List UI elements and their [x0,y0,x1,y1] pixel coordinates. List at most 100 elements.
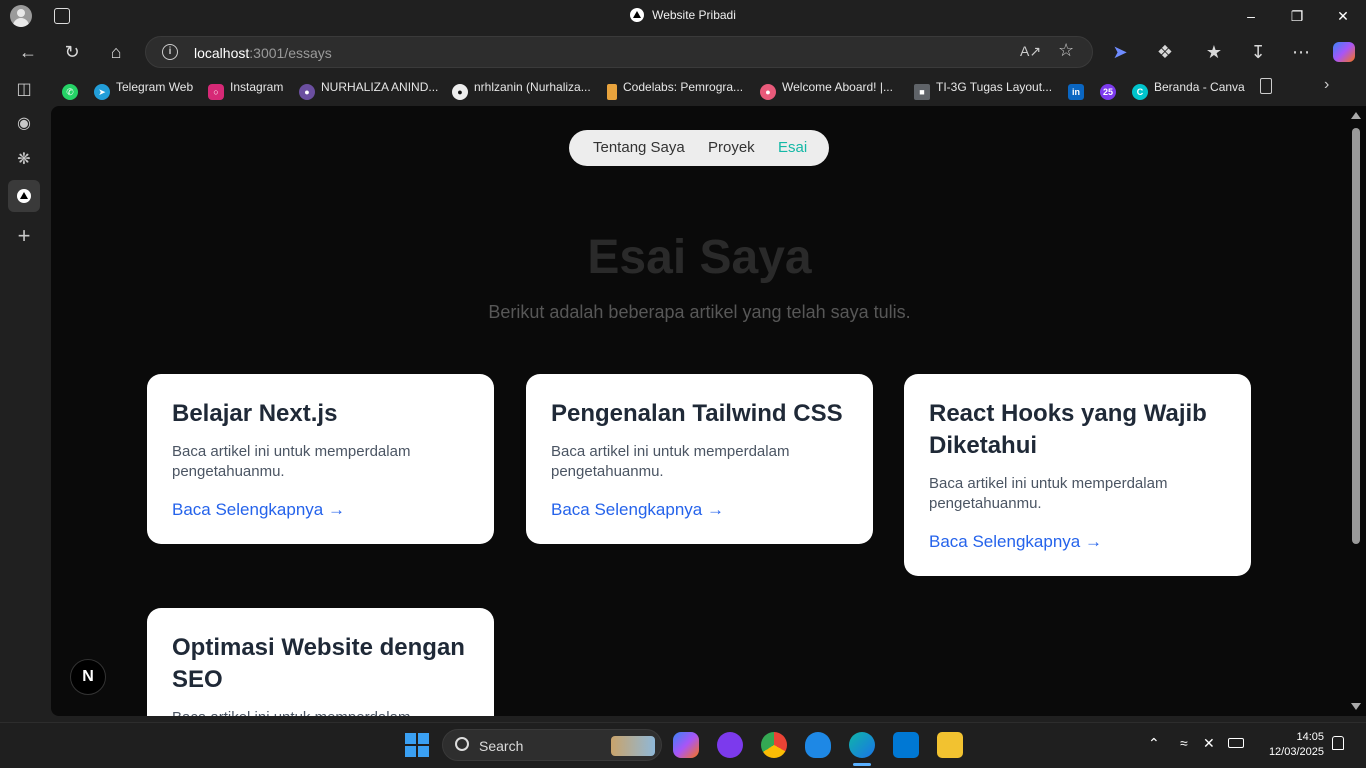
essay-card-title: Optimasi Website dengan SEO [172,634,465,693]
favorites-bar: ✆ ➤ Telegram Web ○ Instagram ● NURHALIZA AN… [48,72,1366,104]
favorite-codelabs[interactable]: ​ Codelabs: Pemrogra... [607,80,743,100]
scroll-up-arrow-icon[interactable] [1351,112,1361,119]
scrollbar-thumb[interactable] [1352,128,1360,544]
home-button[interactable]: ⌂ [100,36,132,68]
nav-esai[interactable]: Esai [778,139,807,156]
vscode-icon[interactable] [893,732,919,758]
favorite-badge[interactable]: 25 [1100,80,1122,100]
favorite-whatsapp[interactable]: ✆ [62,80,84,100]
site-info-icon[interactable]: i [162,44,178,60]
favorite-telegram[interactable]: ➤ Telegram Web [94,80,193,100]
read-aloud-icon[interactable]: A↗ [1020,43,1041,60]
title-bar: Website Pribadi – ❐ ✕ [0,0,1366,32]
essay-card[interactable]: Belajar Next.js Baca artikel ini untuk m… [147,374,494,544]
search-label: Search [479,738,524,754]
favorite-canva[interactable]: C Beranda - Canva [1132,80,1245,100]
more-options-icon[interactable]: ⋯ [1285,36,1317,68]
window-title: Website Pribadi [0,8,1366,22]
nav-proyek[interactable]: Proyek [708,139,755,156]
favorite-label: NURHALIZA ANIND... [321,80,439,94]
favorite-linkedin[interactable]: in [1068,80,1090,100]
favorite-classroom[interactable]: ■ TI-3G Tugas Layout... [914,80,1052,100]
tab-actions-icon[interactable]: ◫ [8,74,40,106]
wifi-icon[interactable]: ≈ [1180,735,1188,751]
clock-date: 12/03/2025 [1268,746,1324,758]
github-desktop-icon[interactable] [717,732,743,758]
browser-toolbar: ← ↻ ⌂ i localhost:3001/essays A↗ ☆ ➤ ❖ ★… [0,32,1366,72]
favorite-instagram[interactable]: ○ Instagram [208,80,283,100]
battery-icon[interactable] [1228,738,1244,748]
notifications-icon[interactable] [1332,736,1344,750]
search-highlight-icon [611,736,655,756]
show-hidden-icons-chevron-icon[interactable]: ⌃ [1148,735,1160,752]
copilot-app-icon[interactable] [673,732,699,758]
page-viewport: Tentang Saya Proyek Esai Esai Saya Berik… [51,106,1348,716]
extensions-icon[interactable]: ❖ [1149,36,1181,68]
favorite-github[interactable]: ● nrhlzanin (Nurhaliza... [452,80,591,100]
favorites-overflow-chevron-icon[interactable]: › [1324,76,1329,94]
page-title: Esai Saya [587,231,812,284]
edge-sidebar: ◫ ◉ ❋ + [0,72,48,722]
chrome-icon[interactable] [761,732,787,758]
vercel-tab-icon[interactable] [8,180,40,212]
read-more-link[interactable]: Baca Selengkapnya → [172,500,470,520]
window-title-text: Website Pribadi [652,8,736,22]
windows-taskbar: Search ⌃ ≈ ✕ 14:05 12/03/2025 [0,722,1366,768]
favorite-university[interactable]: ● NURHALIZA ANIND... [299,80,438,100]
vercel-logo-icon [630,8,645,22]
essay-card-title: React Hooks yang Wajib Diketahui [929,400,1207,459]
linkedin-icon: in [1068,84,1084,100]
edge-icon[interactable] [849,732,875,758]
telegram-icon: ➤ [94,84,110,100]
page-scrollbar[interactable] [1348,106,1366,716]
instagram-icon: ○ [208,84,224,100]
taskbar-search[interactable]: Search [442,729,662,761]
read-more-link[interactable]: Baca Selengkapnya → [551,500,849,520]
essay-card-description: Baca artikel ini untuk memperdalam penge… [929,475,1168,512]
university-icon: ● [299,84,315,100]
brain-icon: ● [760,84,776,100]
essay-card-description: Baca artikel ini untuk memperdalam [172,708,470,716]
minimize-button[interactable]: – [1228,0,1274,32]
scroll-down-arrow-icon[interactable] [1351,703,1361,710]
favorite-star-icon[interactable]: ☆ [1058,40,1074,61]
app-blue-icon[interactable] [805,732,831,758]
maximize-button[interactable]: ❐ [1274,0,1320,32]
close-button[interactable]: ✕ [1320,0,1366,32]
nav-tentang-saya[interactable]: Tentang Saya [593,139,685,156]
chatgpt-tab-icon[interactable]: ❋ [8,144,40,176]
edge-active-indicator [853,763,871,766]
volume-muted-icon[interactable]: ✕ [1203,735,1215,752]
address-bar[interactable]: i localhost:3001/essays A↗ ☆ [145,36,1093,68]
url-text[interactable]: localhost:3001/essays [194,45,332,61]
reload-button[interactable]: ↻ [56,36,88,68]
back-button[interactable]: ← [12,36,44,68]
essay-card-title: Pengenalan Tailwind CSS [551,400,843,427]
essay-card-description: Baca artikel ini untuk memperdalam penge… [172,443,411,480]
copilot-icon[interactable] [1328,36,1360,68]
other-favorites-icon[interactable] [1260,78,1272,94]
nextjs-dev-indicator[interactable]: N [70,659,106,695]
essay-card[interactable]: React Hooks yang Wajib Diketahui Baca ar… [904,374,1251,576]
essay-card[interactable]: Optimasi Website dengan SEO Baca artikel… [147,608,494,716]
essay-card-description: Baca artikel ini untuk memperdalam penge… [551,443,790,480]
url-path: :3001/essays [249,45,332,61]
downloads-icon[interactable]: ↧ [1242,36,1274,68]
file-explorer-icon[interactable] [937,732,963,758]
start-button[interactable] [405,733,429,757]
favorite-welcome[interactable]: ● Welcome Aboard! |... [760,80,893,100]
favorite-label: Telegram Web [116,80,194,94]
new-tab-plus-icon[interactable]: + [8,220,40,252]
github-icon: ● [452,84,468,100]
favorites-icon[interactable]: ★ [1198,36,1230,68]
copilot-cursor-icon[interactable]: ➤ [1104,36,1136,68]
clock-time: 14:05 [1296,731,1324,743]
github-tab-icon[interactable]: ◉ [8,108,40,140]
page-subtitle: Berikut adalah beberapa artikel yang tel… [488,302,911,322]
favorite-label: Instagram [230,80,284,94]
read-more-link[interactable]: Baca Selengkapnya → [929,532,1227,552]
system-clock[interactable]: 14:05 12/03/2025 [1269,730,1324,760]
essay-card-title: Belajar Next.js [172,400,338,427]
essay-card[interactable]: Pengenalan Tailwind CSS Baca artikel ini… [526,374,873,544]
canva-icon: C [1132,84,1148,100]
